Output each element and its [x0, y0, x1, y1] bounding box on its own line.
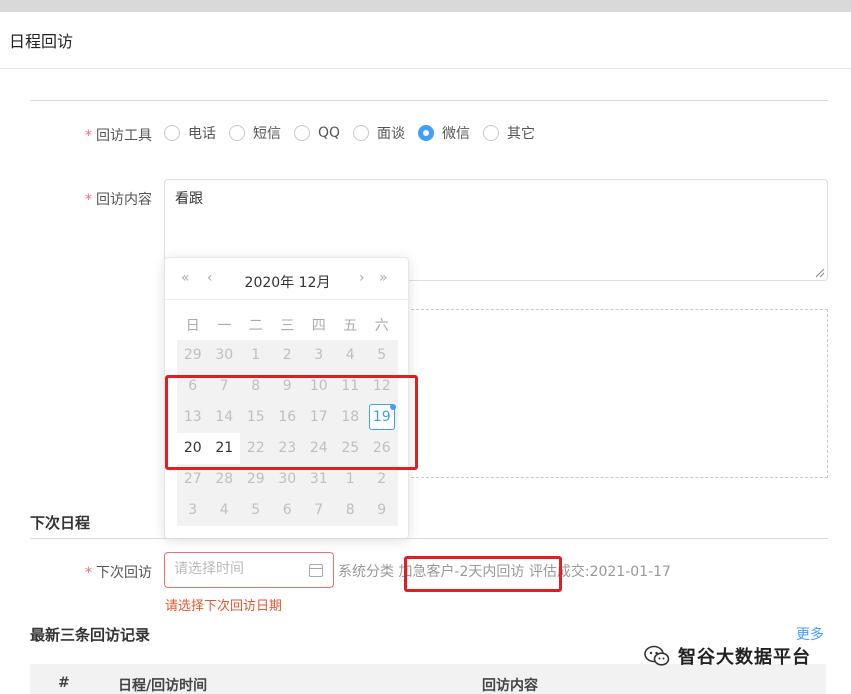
radio-circle-icon	[294, 125, 310, 141]
visit-tool-radio-group: 电话 短信 QQ 面谈 微信 其它	[164, 123, 548, 143]
calendar-day-cell[interactable]: 3	[303, 340, 335, 371]
calendar-day-cell[interactable]: 3	[177, 495, 209, 526]
visit-content-value: 看跟	[175, 191, 203, 207]
weekday-label: 四	[311, 318, 326, 334]
radio-circle-icon	[164, 125, 180, 141]
radio-circle-icon	[229, 125, 245, 141]
calendar-day-number: 7	[314, 502, 324, 518]
calendar-day-number: 8	[345, 502, 355, 518]
weekday-label: 日	[185, 318, 200, 334]
dialog-header: 日程回访	[0, 12, 851, 69]
next-visit-error: 请选择下次回访日期	[165, 599, 283, 614]
calendar-day-cell[interactable]: 30	[209, 340, 241, 371]
calendar-day-number: 30	[215, 347, 234, 363]
calendar-day-cell[interactable]: 6	[272, 495, 304, 526]
calendar-day-number: 3	[314, 347, 324, 363]
radio-option-2[interactable]: QQ	[294, 125, 340, 141]
radio-option-label: 面谈	[377, 126, 406, 142]
calendar-day-cell[interactable]: 4	[335, 340, 367, 371]
weekday-header-row: 日 一二 三四 五六	[177, 312, 398, 340]
radio-option-1[interactable]: 短信	[229, 123, 281, 143]
next-schedule-title: 下次日程	[30, 514, 91, 532]
section-divider	[30, 538, 828, 539]
calendar-day-cell[interactable]: 29	[177, 340, 209, 371]
weekday-label: 六	[374, 318, 389, 334]
date-picker-header: « ‹ 2020年 12月 › »	[165, 258, 410, 300]
weekday-label: 五	[343, 318, 358, 334]
background-tab-strip	[0, 0, 851, 12]
calendar-day-number: 29	[246, 471, 265, 487]
wechat-icon	[644, 645, 670, 666]
radio-option-label: 电话	[188, 126, 216, 142]
radio-circle-icon	[353, 125, 370, 141]
calendar-day-number: 9	[377, 502, 387, 518]
next-year-icon[interactable]: »	[379, 270, 388, 286]
more-link[interactable]: 更多	[796, 624, 824, 644]
calendar-day-number: 4	[219, 502, 229, 518]
calendar-day-cell[interactable]: 1	[240, 340, 272, 371]
radio-option-0[interactable]: 电话	[164, 123, 216, 143]
radio-circle-icon	[418, 125, 435, 141]
calendar-day-number: 2	[282, 347, 292, 363]
column-header-time: 日程/回访时间	[118, 678, 208, 694]
next-visit-date-input[interactable]	[164, 552, 334, 588]
calendar-day-cell[interactable]: 9	[366, 495, 398, 526]
calendar-day-number: 29	[183, 347, 202, 363]
weekday-label: 三	[280, 318, 295, 334]
radio-option-5[interactable]: 其它	[483, 123, 535, 143]
calendar-day-cell[interactable]: 5	[366, 340, 398, 371]
radio-option-4[interactable]: 微信	[418, 123, 470, 143]
calendar-day-cell[interactable]: 2	[272, 340, 304, 371]
calendar-day-number: 30	[278, 471, 297, 487]
visit-tool-label: * 回访工具	[85, 128, 152, 144]
weekday-label: 二	[248, 318, 263, 334]
calendar-week-row: 29 30 1 2 3 4 5	[177, 340, 398, 371]
calendar-day-number: 1	[345, 471, 355, 487]
column-header-content: 回访内容	[482, 678, 538, 694]
radio-option-label: 微信	[442, 126, 471, 142]
calendar-day-number: 5	[377, 347, 387, 363]
radio-option-label: QQ	[318, 125, 341, 141]
calendar-day-cell[interactable]: 4	[209, 495, 241, 526]
calendar-day-number: 2	[377, 471, 387, 487]
records-title: 最新三条回访记录	[30, 626, 151, 644]
watermark: 智谷大数据平台	[644, 643, 811, 669]
calendar-day-number: 6	[282, 502, 292, 518]
dialog-title: 日程回访	[9, 32, 74, 51]
visit-content-label: * 回访内容	[85, 192, 152, 208]
calendar-day-number: 3	[188, 502, 198, 518]
calendar-week-row: 3 4 5 6 7 8 9	[177, 495, 398, 526]
calendar-day-number: 5	[251, 502, 261, 518]
radio-circle-icon	[483, 125, 500, 141]
upload-dropzone[interactable]	[406, 309, 828, 478]
calendar-day-cell[interactable]: 8	[335, 495, 367, 526]
watermark-text: 智谷大数据平台	[678, 647, 811, 668]
calendar-day-cell[interactable]: 5	[240, 495, 272, 526]
highlight-box-dates	[165, 375, 418, 470]
resize-handle-icon[interactable]	[815, 268, 825, 278]
date-picker-title: 2020年 12月	[244, 275, 331, 291]
calendar-day-number: 1	[251, 347, 261, 363]
radio-option-3[interactable]: 面谈	[353, 123, 405, 143]
calendar-day-number: 31	[309, 471, 328, 487]
radio-option-label: 短信	[253, 126, 281, 142]
calendar-day-number: 4	[345, 347, 355, 363]
section-title-visit-info-clipped	[30, 74, 150, 89]
calendar-day-cell[interactable]: 7	[303, 495, 335, 526]
column-header-index: #	[58, 675, 70, 691]
calendar-day-number: 28	[215, 471, 234, 487]
next-month-icon[interactable]: ›	[359, 270, 365, 286]
next-visit-date-field[interactable]	[174, 561, 304, 577]
radio-option-label: 其它	[507, 126, 536, 142]
calendar-day-number: 27	[183, 471, 202, 487]
section-divider	[30, 100, 828, 101]
next-visit-label: * 下次回访	[85, 565, 152, 581]
weekday-label: 一	[217, 318, 232, 334]
highlight-box-classification	[404, 556, 562, 592]
calendar-icon	[309, 564, 323, 577]
